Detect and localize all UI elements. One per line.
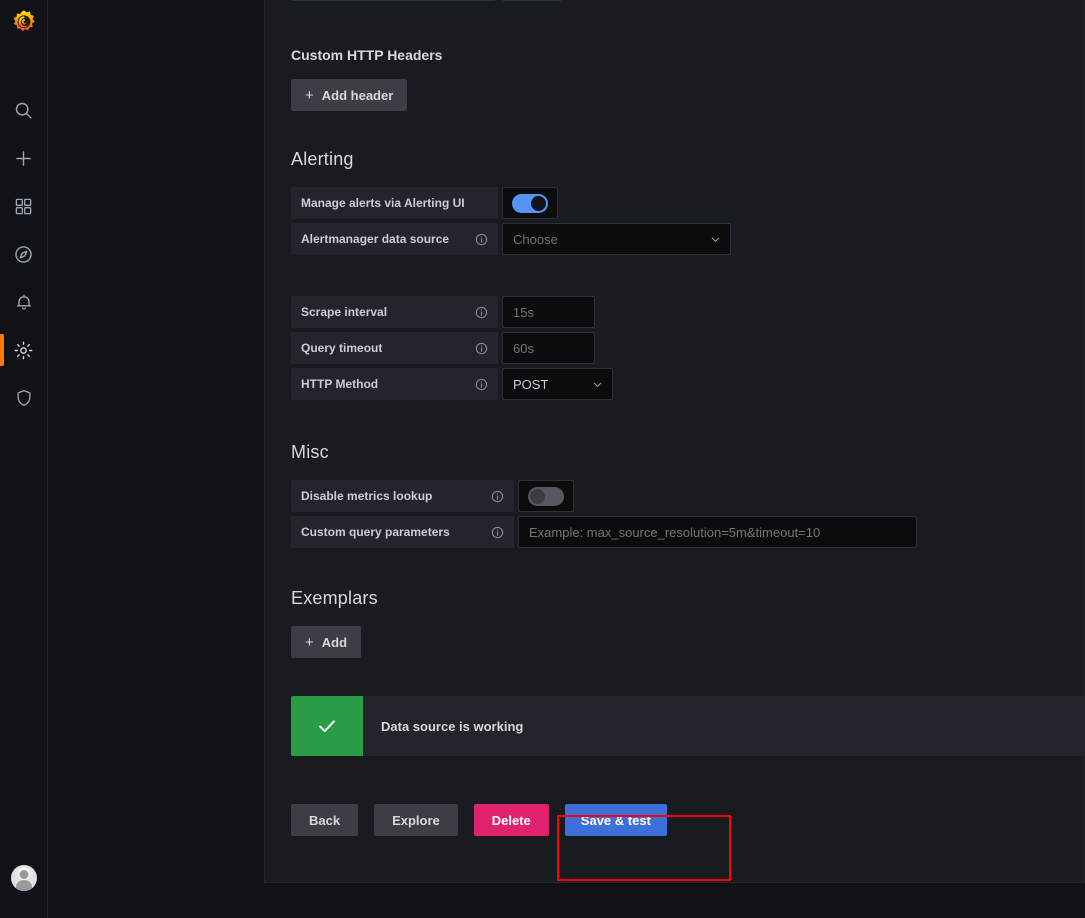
disable-metrics-lookup-toggle[interactable]: [518, 480, 574, 512]
add-header-button[interactable]: + Add header: [291, 79, 408, 111]
toggle-knob: [530, 488, 545, 504]
toggle-switch-on: [512, 193, 548, 213]
sidebar-item-create[interactable]: [0, 134, 48, 182]
plus-icon: +: [305, 86, 314, 104]
sidebar-item-explore[interactable]: [0, 230, 48, 278]
manage-alerts-row: Manage alerts via Alerting UI: [291, 187, 1058, 219]
chevron-down-icon: [591, 378, 604, 391]
main-navigation-sidebar: [0, 0, 48, 918]
info-circle-icon[interactable]: [475, 306, 488, 319]
disable-metrics-lookup-label: Disable metrics lookup: [291, 480, 514, 512]
toggle-knob: [531, 195, 546, 211]
disable-metrics-lookup-row: Disable metrics lookup: [291, 480, 1058, 512]
back-button[interactable]: Back: [291, 804, 359, 836]
alertmanager-datasource-value: Choose: [513, 231, 558, 247]
sidebar-item-configuration[interactable]: [0, 326, 48, 374]
avatar: [10, 865, 37, 891]
plus-icon: [13, 148, 34, 169]
explore-button[interactable]: Explore: [374, 804, 458, 836]
cut-off-input: [291, 0, 496, 1]
http-method-row: HTTP Method POST: [291, 368, 1058, 400]
save-and-test-button[interactable]: Save & test: [564, 804, 667, 836]
exemplars-section-title: Exemplars: [291, 588, 378, 608]
datasource-settings-form: Custom HTTP Headers + Add header Alertin…: [265, 0, 1085, 836]
gear-icon: [13, 340, 34, 361]
http-method-label: HTTP Method: [291, 368, 498, 400]
cut-off-field-row: [291, 0, 562, 1]
info-circle-icon[interactable]: [475, 233, 488, 246]
http-method-value: POST: [513, 376, 549, 392]
form-actions: Back Explore Delete Save & test: [291, 804, 1058, 836]
alert-message: Data source is working: [381, 718, 524, 734]
http-method-select[interactable]: POST: [502, 368, 613, 400]
scrape-interval-label: Scrape interval: [291, 296, 498, 328]
datasource-settings-panel: Custom HTTP Headers + Add header Alertin…: [264, 0, 1085, 883]
info-circle-icon[interactable]: [491, 490, 504, 503]
sidebar-item-search[interactable]: [0, 86, 48, 134]
bell-icon: [14, 292, 34, 312]
sidebar-item-server-admin[interactable]: [0, 374, 48, 422]
query-timeout-row: Query timeout: [291, 332, 1058, 364]
search-icon: [13, 100, 34, 121]
delete-button[interactable]: Delete: [473, 804, 549, 836]
datasource-status-alert: Data source is working: [291, 696, 1085, 756]
grafana-app: Custom HTTP Headers + Add header Alertin…: [0, 0, 1085, 918]
dashboards-icon: [14, 197, 33, 216]
plus-icon: +: [305, 633, 314, 651]
misc-section-title: Misc: [291, 442, 329, 462]
scrape-interval-input[interactable]: [502, 296, 595, 328]
info-circle-icon[interactable]: [491, 526, 504, 539]
compass-icon: [13, 244, 34, 265]
custom-query-parameters-row: Custom query parameters: [291, 516, 1058, 548]
alertmanager-datasource-label: Alertmanager data source: [291, 223, 498, 255]
info-circle-icon[interactable]: [475, 378, 488, 391]
alert-body: Data source is working: [363, 696, 523, 756]
info-circle-icon[interactable]: [475, 342, 488, 355]
shield-icon: [14, 388, 34, 408]
chevron-down-icon: [709, 233, 722, 246]
query-timeout-input[interactable]: [502, 332, 595, 364]
scrape-interval-row: Scrape interval: [291, 296, 1058, 328]
page-content-area: Custom HTTP Headers + Add header Alertin…: [48, 0, 1085, 918]
custom-query-parameters-label: Custom query parameters: [291, 516, 514, 548]
cut-off-button: [502, 0, 562, 1]
sidebar-item-alerting[interactable]: [0, 278, 48, 326]
sidebar-item-dashboards[interactable]: [0, 182, 48, 230]
manage-alerts-toggle[interactable]: [502, 187, 558, 219]
custom-http-headers-title: Custom HTTP Headers: [291, 47, 443, 63]
alertmanager-datasource-select[interactable]: Choose: [502, 223, 731, 255]
alerting-section-title: Alerting: [291, 149, 354, 169]
alertmanager-datasource-row: Alertmanager data source Choose: [291, 223, 1058, 255]
custom-query-parameters-input[interactable]: [518, 516, 917, 548]
toggle-switch-off: [528, 486, 564, 506]
manage-alerts-label: Manage alerts via Alerting UI: [291, 187, 498, 219]
add-exemplar-label: Add: [321, 634, 348, 650]
check-icon: [291, 696, 363, 756]
add-exemplar-button[interactable]: + Add: [291, 626, 362, 658]
query-timeout-label: Query timeout: [291, 332, 498, 364]
add-header-label: Add header: [321, 87, 394, 103]
sidebar-item-user-profile[interactable]: [0, 854, 48, 902]
grafana-logo[interactable]: [0, 0, 48, 46]
